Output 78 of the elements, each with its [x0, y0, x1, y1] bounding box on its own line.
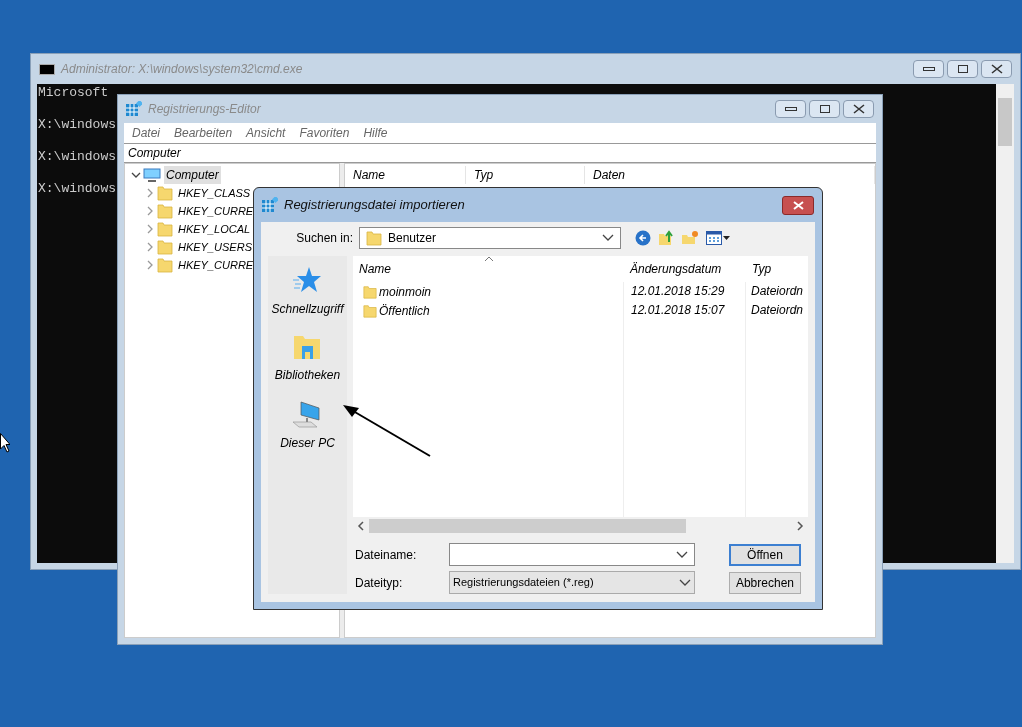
window-title: Registrierungs-Editor — [148, 101, 262, 118]
chevron-down-icon — [675, 550, 688, 559]
computer-icon — [143, 168, 161, 182]
close-button[interactable] — [843, 100, 874, 118]
close-icon — [990, 64, 1003, 74]
tree-item[interactable]: HKEY_CLASS — [176, 184, 253, 202]
look-in-dropdown[interactable]: Benutzer — [359, 227, 621, 249]
cancel-button[interactable]: Abbrechen — [728, 571, 801, 594]
dialog-title: Registrierungsdatei importieren — [284, 196, 466, 215]
filename-field[interactable] — [448, 543, 695, 566]
folder-icon — [362, 283, 377, 300]
back-icon[interactable] — [635, 230, 651, 246]
close-icon — [852, 104, 865, 114]
close-icon — [792, 200, 804, 210]
menu-item[interactable]: Datei — [132, 124, 160, 142]
tree-item[interactable]: Computer — [164, 166, 221, 184]
console-line: X:\windows — [38, 149, 116, 165]
file-name[interactable]: Öffentlich — [378, 301, 430, 320]
scroll-left-icon[interactable] — [356, 521, 365, 531]
folder-icon — [362, 302, 377, 319]
maximize-button[interactable] — [947, 60, 978, 78]
place-label[interactable]: Dieser PC — [280, 434, 335, 452]
folder-icon — [157, 203, 173, 219]
place-label[interactable]: Bibliotheken — [274, 366, 341, 384]
address-bar[interactable]: Computer — [124, 143, 876, 163]
file-type: Dateiordn — [750, 283, 803, 300]
filename-label: Dateiname: — [353, 546, 418, 564]
registry-icon — [262, 197, 278, 213]
column-header[interactable]: Daten — [585, 166, 875, 184]
filetype-dropdown[interactable]: Registrierungsdateien (*.reg) — [448, 571, 695, 594]
console-line: X:\windows — [38, 117, 116, 133]
folder-icon — [157, 257, 173, 273]
window-title: Administrator: X:\windows\system32\cmd.exe — [61, 61, 304, 78]
menu-item[interactable]: Bearbeiten — [174, 124, 233, 142]
menu-item[interactable]: Ansicht — [246, 124, 286, 142]
column-header[interactable]: Änderungsdatum — [623, 260, 746, 278]
chevron-down-icon — [678, 578, 691, 587]
column-header[interactable]: Typ — [745, 260, 808, 278]
library-folder-icon — [293, 334, 322, 360]
scrollbar[interactable] — [996, 84, 1014, 563]
tree-item[interactable]: HKEY_CURRE — [176, 202, 256, 220]
console-line: X:\windows — [38, 181, 116, 197]
file-name[interactable]: moinmoin — [378, 282, 431, 301]
up-folder-icon[interactable] — [658, 230, 674, 246]
console-icon — [39, 63, 55, 75]
folder-icon — [157, 185, 173, 201]
console-line: Microsoft — [38, 85, 109, 101]
column-header[interactable]: Name — [345, 166, 466, 184]
folder-icon — [157, 239, 173, 255]
open-button[interactable]: Öffnen — [728, 543, 801, 566]
file-date: 12.01.2018 15:07 — [630, 302, 726, 319]
file-type: Dateiordn — [750, 302, 803, 319]
menu-item[interactable]: Favoriten — [299, 124, 350, 142]
minimize-button[interactable] — [775, 100, 806, 118]
maximize-button[interactable] — [809, 100, 840, 118]
expanded-chevron-icon[interactable] — [131, 170, 141, 180]
registry-icon — [126, 101, 142, 117]
file-date: 12.01.2018 15:29 — [630, 283, 726, 300]
close-button[interactable] — [782, 195, 814, 215]
mouse-cursor-icon — [0, 433, 10, 453]
chevron-down-icon — [602, 234, 614, 242]
folder-icon — [366, 230, 382, 246]
look-in-label: Suchen in: — [295, 230, 354, 247]
close-button[interactable] — [981, 60, 1012, 78]
scroll-right-icon[interactable] — [796, 521, 804, 531]
place-label[interactable]: Schnellzugriff — [271, 300, 344, 318]
folder-icon — [157, 221, 173, 237]
sort-caret-icon — [483, 256, 494, 262]
filetype-label: Dateityp: — [353, 574, 404, 592]
tree-item[interactable]: HKEY_USERS — [176, 238, 254, 256]
menu-item[interactable]: Hilfe — [363, 124, 388, 142]
view-menu-icon[interactable] — [706, 231, 730, 245]
tree-item[interactable]: HKEY_CURRE — [176, 256, 256, 274]
minimize-button[interactable] — [913, 60, 944, 78]
tree-item[interactable]: HKEY_LOCAL — [176, 220, 253, 238]
column-header[interactable]: Typ — [466, 166, 585, 184]
star-icon — [293, 266, 322, 294]
column-header[interactable]: Name — [352, 260, 624, 278]
